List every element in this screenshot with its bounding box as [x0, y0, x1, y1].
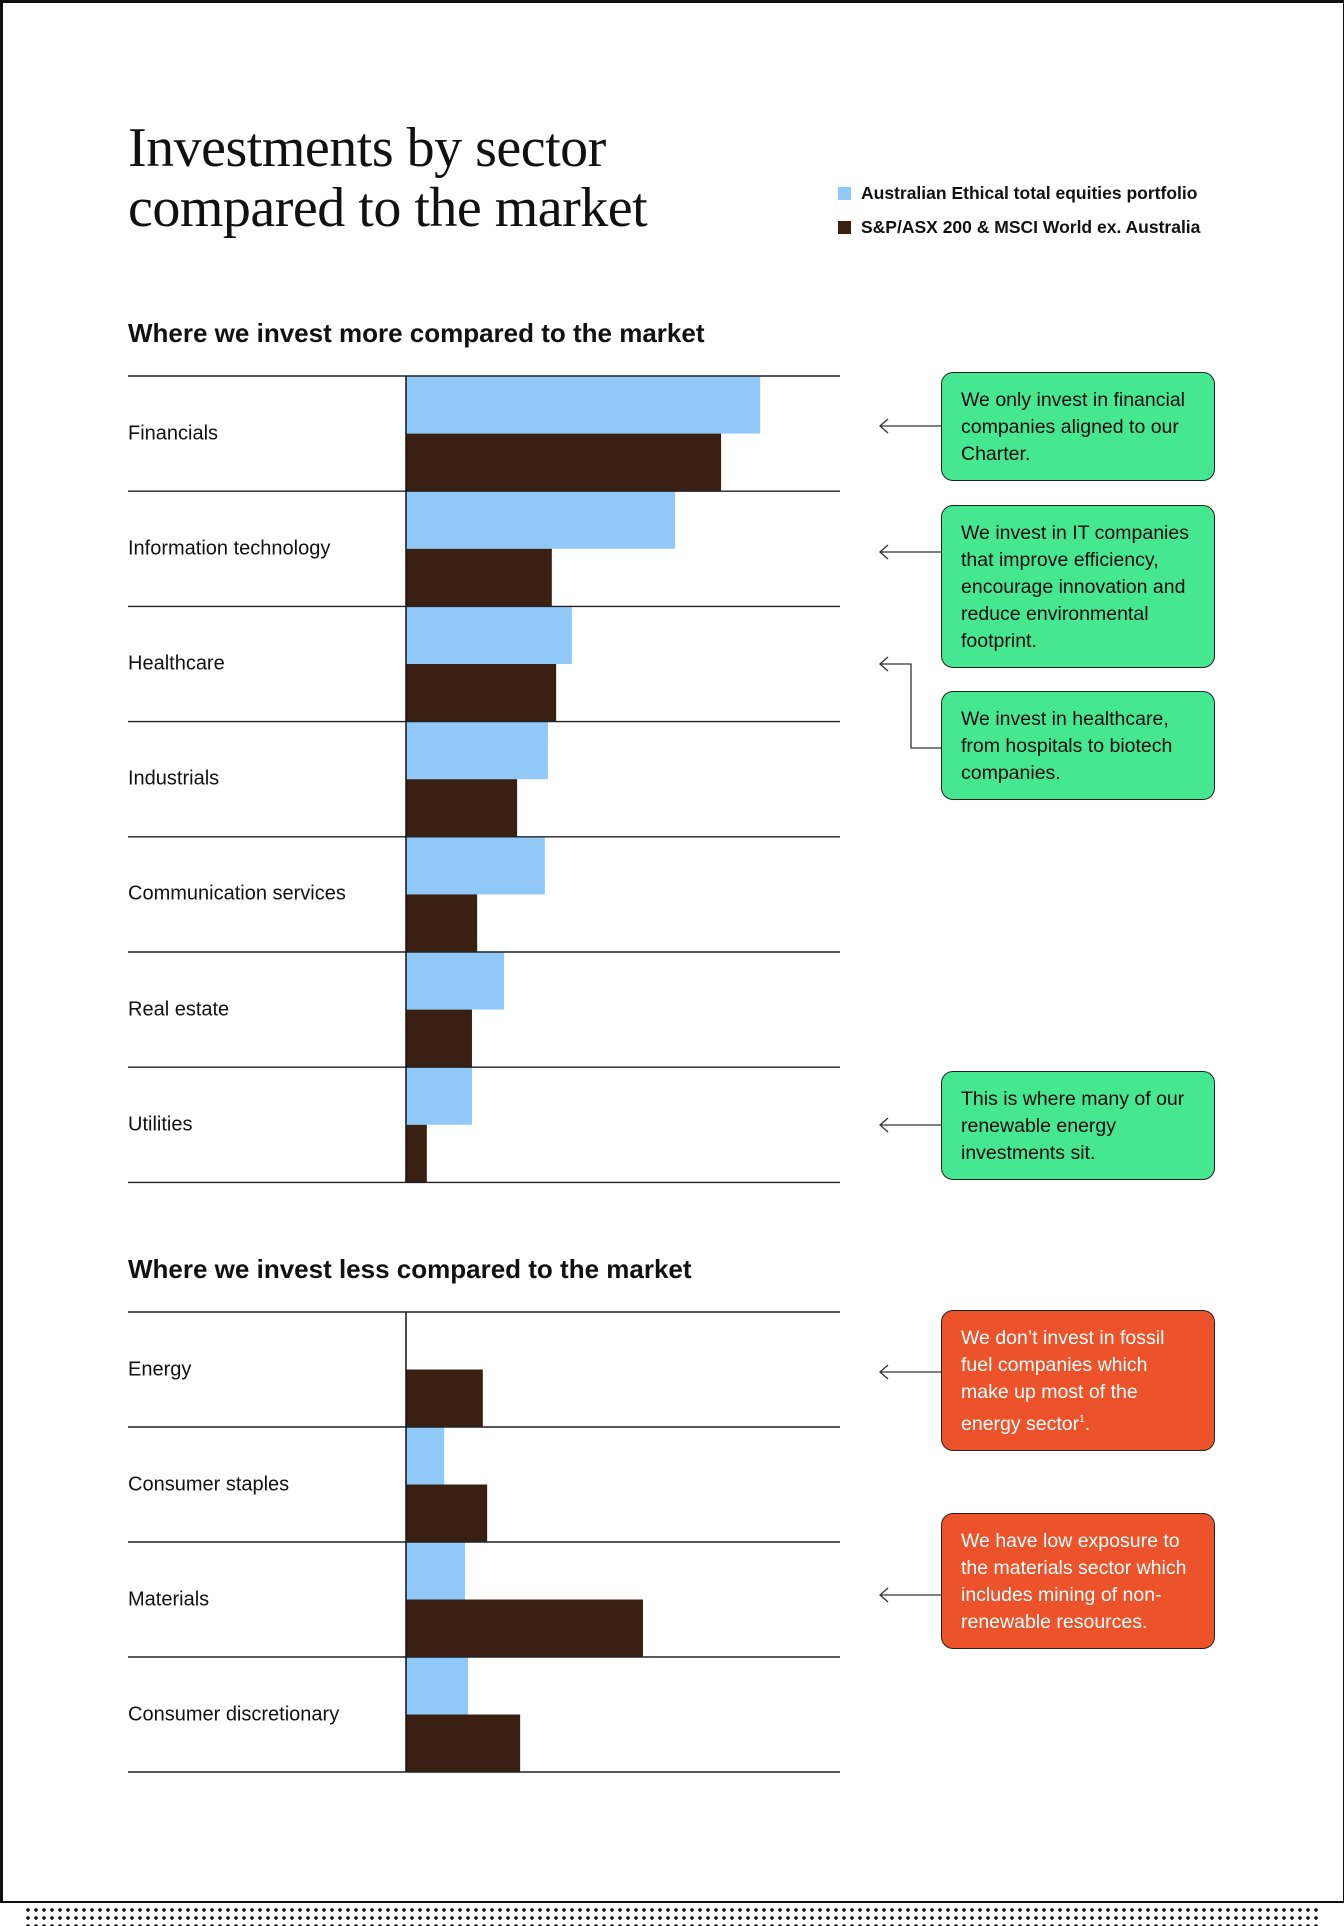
row-label-communication-services: Communication services — [128, 882, 346, 905]
section-heading-invest-more: Where we invest more compared to the mar… — [128, 318, 705, 348]
row-label-utilities: Utilities — [128, 1113, 193, 1136]
callout-materials: We have low exposure to the materials se… — [941, 1513, 1215, 1649]
row-label-energy: Energy — [128, 1358, 192, 1380]
row-label-consumer-discretionary: Consumer discretionary — [128, 1703, 340, 1725]
callout-text: We only invest in financial companies al… — [961, 389, 1186, 465]
chart-legend: Australian Ethical total equities portfo… — [838, 176, 1200, 244]
dotted-footer-pattern — [24, 1906, 1318, 1926]
legend-swatch-market — [838, 220, 851, 234]
legend-label-portfolio: Australian Ethical total equities portfo… — [861, 182, 1198, 203]
callout-suffix: . — [1084, 1413, 1091, 1435]
callout-text: We don’t invest in fossil fuel companies… — [961, 1327, 1165, 1435]
section-heading-invest-less: Where we invest less compared to the mar… — [128, 1254, 692, 1284]
page-title: Investments by sector compared to the ma… — [128, 117, 648, 239]
callout-text: We have low exposure to the materials se… — [961, 1530, 1187, 1633]
row-label-real-estate: Real estate — [128, 998, 230, 1021]
row-label-healthcare: Healthcare — [128, 652, 225, 675]
callout-text: This is where many of our renewable ener… — [961, 1088, 1185, 1164]
callout-energy: We don’t invest in fossil fuel companies… — [941, 1310, 1215, 1451]
callout-text: We invest in healthcare, from hospitals … — [961, 708, 1173, 784]
row-label-information-technology: Information technology — [128, 537, 331, 560]
legend-item-market: S&P/ASX 200 & MSCI World ex. Australia — [838, 210, 1200, 244]
callout-text: We invest in IT companies that improve e… — [961, 522, 1189, 652]
legend-label-market: S&P/ASX 200 & MSCI World ex. Australia — [861, 216, 1201, 237]
callout-utilities: This is where many of our renewable ener… — [941, 1071, 1215, 1180]
row-label-financials: Financials — [128, 422, 219, 445]
legend-swatch-portfolio — [838, 186, 851, 200]
row-label-industrials: Industrials — [128, 767, 220, 790]
callout-information-technology: We invest in IT companies that improve e… — [941, 505, 1215, 668]
callout-financials: We only invest in financial companies al… — [941, 372, 1215, 481]
callout-healthcare: We invest in healthcare, from hospitals … — [941, 691, 1215, 800]
row-label-consumer-staples: Consumer staples — [128, 1473, 290, 1495]
row-label-materials: Materials — [128, 1588, 210, 1610]
legend-item-portfolio: Australian Ethical total equities portfo… — [838, 176, 1200, 210]
